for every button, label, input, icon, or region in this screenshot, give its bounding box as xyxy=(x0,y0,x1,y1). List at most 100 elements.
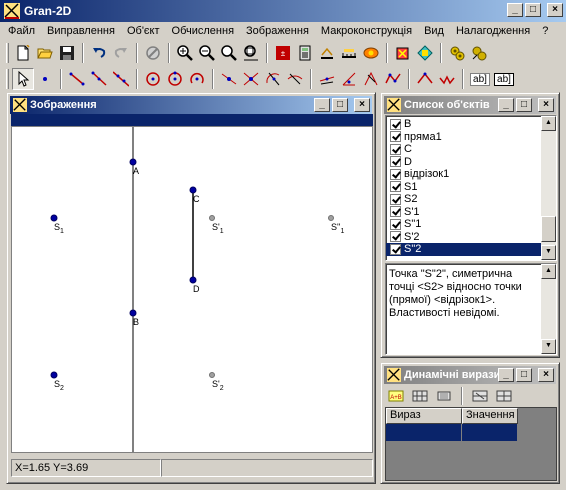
scroll-up-button[interactable]: ▲ xyxy=(541,116,556,131)
object-list-item[interactable]: S2 xyxy=(386,193,556,206)
menu-macro[interactable]: Макроконструкція xyxy=(315,25,418,37)
grid-row[interactable] xyxy=(386,424,556,441)
circle-tool-button[interactable] xyxy=(142,68,164,90)
zoom-in-button[interactable] xyxy=(174,42,196,64)
zoom-window-button[interactable] xyxy=(240,42,262,64)
recalculate-button[interactable] xyxy=(493,385,515,407)
redo-button[interactable] xyxy=(110,42,132,64)
dynamic-window-titlebar[interactable]: Динамічні вирази _ □ × xyxy=(384,366,556,384)
point-tool-button[interactable] xyxy=(34,68,56,90)
dynamic-maximize-button[interactable]: □ xyxy=(516,368,532,382)
dynamic-close-button[interactable]: × xyxy=(538,368,554,382)
geometry-point[interactable] xyxy=(50,371,58,379)
visibility-checkbox[interactable] xyxy=(390,156,401,168)
geometry-point[interactable] xyxy=(50,214,58,222)
macro-run-button[interactable] xyxy=(446,42,468,64)
column-value[interactable]: Значення xyxy=(462,408,518,424)
ruler-button[interactable] xyxy=(316,42,338,64)
visibility-checkbox[interactable] xyxy=(390,181,401,193)
dynamic-minimize-button[interactable]: _ xyxy=(498,368,514,382)
arc-tool-button[interactable] xyxy=(186,68,208,90)
visibility-checkbox[interactable] xyxy=(390,118,401,130)
macro-settings-button[interactable] xyxy=(468,42,490,64)
object-list-item[interactable]: C xyxy=(386,143,556,156)
visibility-checkbox[interactable] xyxy=(390,193,401,205)
minimize-button[interactable]: _ xyxy=(507,3,523,17)
delete-expression-button[interactable] xyxy=(469,385,491,407)
geometry-point[interactable] xyxy=(189,276,197,284)
scroll-down-button[interactable]: ▼ xyxy=(541,245,556,260)
visibility-checkbox[interactable] xyxy=(390,168,401,180)
undo-button[interactable] xyxy=(88,42,110,64)
object-list-item[interactable]: S"2 xyxy=(386,243,556,256)
menu-debug[interactable]: Налагодження xyxy=(450,25,536,37)
visibility-checkbox[interactable] xyxy=(390,131,401,143)
new-file-button[interactable] xyxy=(12,42,34,64)
polyline-tool-button[interactable] xyxy=(382,68,404,90)
drawing-minimize-button[interactable]: _ xyxy=(314,98,330,112)
geometry-point[interactable] xyxy=(189,186,197,194)
object-list-item[interactable]: відрізок1 xyxy=(386,168,556,181)
drawing-canvas[interactable]: A B C D S1 S'1 S''1 S2 S'2 xyxy=(11,126,373,453)
transform-button[interactable] xyxy=(414,42,436,64)
menu-file[interactable]: Файл xyxy=(2,25,41,37)
object-list-item[interactable]: S'1 xyxy=(386,206,556,219)
scroll-thumb[interactable] xyxy=(541,216,556,242)
geometry-point[interactable] xyxy=(209,215,215,221)
object-list-item[interactable]: D xyxy=(386,156,556,169)
toolbar-grip[interactable] xyxy=(6,69,9,89)
object-list-item[interactable]: S1 xyxy=(386,181,556,194)
parallel-tool-button[interactable] xyxy=(262,68,284,90)
ruler2-button[interactable] xyxy=(338,42,360,64)
objects-window-titlebar[interactable]: Список об'єктів _ □ × xyxy=(384,96,556,114)
disabled-tool-button[interactable] xyxy=(142,42,164,64)
menu-calculation[interactable]: Обчислення xyxy=(166,25,241,37)
value-cell[interactable] xyxy=(462,424,518,441)
bisector-tool-button[interactable] xyxy=(316,68,338,90)
angle-tool-button[interactable] xyxy=(338,68,360,90)
point-on-line-tool-button[interactable] xyxy=(218,68,240,90)
text-label-frame-button[interactable]: ab] xyxy=(492,68,516,90)
segment-tool-button[interactable] xyxy=(66,68,88,90)
reflect-tool-button[interactable] xyxy=(436,68,458,90)
expression-cell[interactable] xyxy=(386,424,462,441)
intersection-tool-button[interactable] xyxy=(240,68,262,90)
line-tool-button[interactable] xyxy=(110,68,132,90)
geometry-point[interactable] xyxy=(129,158,137,166)
drawing-maximize-button[interactable]: □ xyxy=(332,98,348,112)
object-list-item[interactable]: пряма1 xyxy=(386,131,556,144)
resize-grip-icon[interactable] xyxy=(543,467,555,479)
triangle-tool-button[interactable] xyxy=(414,68,436,90)
zoom-out-button[interactable] xyxy=(196,42,218,64)
visibility-checkbox[interactable] xyxy=(390,243,401,255)
drawing-close-button[interactable]: × xyxy=(354,98,370,112)
object-list-item[interactable]: B xyxy=(386,118,556,131)
menu-view[interactable]: Вид xyxy=(418,25,450,37)
eye-button[interactable] xyxy=(360,42,382,64)
insert-row-button[interactable] xyxy=(409,385,431,407)
object-list-item[interactable]: S"1 xyxy=(386,218,556,231)
geometry-point[interactable] xyxy=(129,309,137,317)
objects-list[interactable]: Bпряма1 C Dвідрізок1 S1 S2 S'1 S"1 S'2 S"2 ▲ ▼ xyxy=(385,115,557,261)
maximize-button[interactable]: □ xyxy=(525,3,541,17)
menu-object[interactable]: Об'єкт xyxy=(121,25,166,37)
desc-scroll-up-button[interactable]: ▲ xyxy=(541,264,556,279)
polygon-tool-button[interactable] xyxy=(360,68,382,90)
visibility-checkbox[interactable] xyxy=(390,231,401,243)
drawing-window-titlebar[interactable]: Зображення _ □ × xyxy=(10,96,372,114)
visibility-checkbox[interactable] xyxy=(390,218,401,230)
toolbar-grip[interactable] xyxy=(6,43,9,63)
geometry-point[interactable] xyxy=(328,215,334,221)
save-button[interactable] xyxy=(56,42,78,64)
expressions-grid[interactable]: Вираз Значення xyxy=(385,407,557,481)
text-label-button[interactable]: ab] xyxy=(468,68,492,90)
geometry-point[interactable] xyxy=(209,372,215,378)
close-button[interactable]: × xyxy=(547,3,563,17)
visibility-checkbox[interactable] xyxy=(390,143,401,155)
desc-scroll-down-button[interactable]: ▼ xyxy=(541,339,556,354)
edit-expression-button[interactable] xyxy=(433,385,455,407)
geometry-svg[interactable]: A B C D S1 S'1 S''1 S2 S'2 xyxy=(12,127,373,453)
ray-tool-button[interactable] xyxy=(88,68,110,90)
zoom-fit-button[interactable] xyxy=(218,42,240,64)
measure-button[interactable] xyxy=(294,42,316,64)
